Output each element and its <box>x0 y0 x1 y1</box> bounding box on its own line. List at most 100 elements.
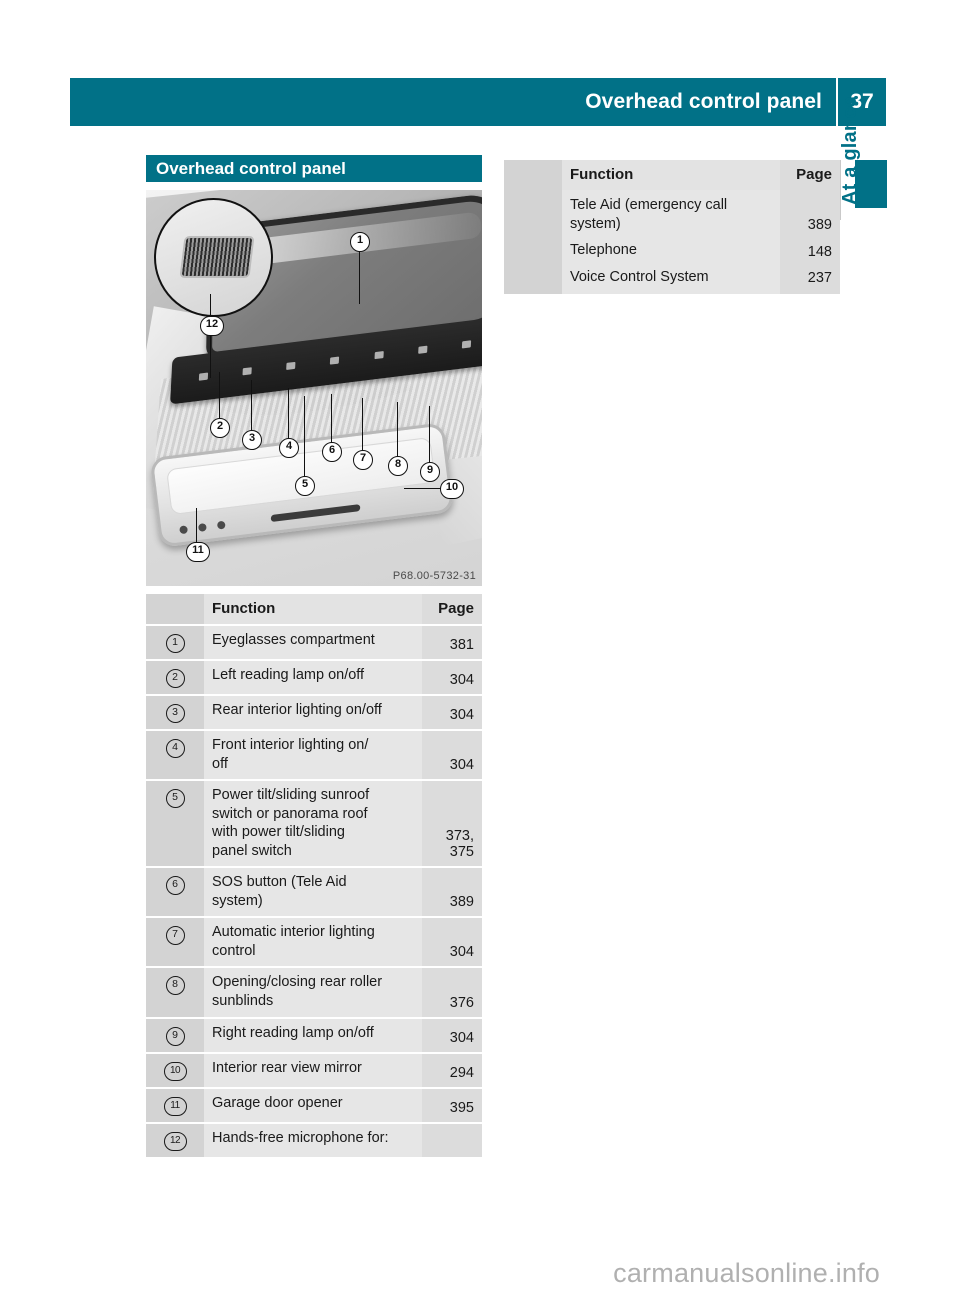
row-page-cell: 237 <box>780 263 840 295</box>
figure-marker-3: 3 <box>242 430 262 450</box>
circled-number-icon: 5 <box>165 789 185 809</box>
table-header-row: Function Page <box>504 160 840 190</box>
row-marker-cell: 12 <box>146 1121 204 1157</box>
row-function-cell: Hands-free microphone for: <box>204 1121 422 1157</box>
circled-number-icon: 4 <box>165 739 185 758</box>
column-header-marker <box>146 594 204 625</box>
leader-line-1 <box>359 252 361 304</box>
console-icon-1 <box>198 372 208 381</box>
hands-free-microphone-grille-icon <box>179 236 255 278</box>
table-row: Tele Aid (emergency call system) 389 <box>504 190 840 238</box>
table-body: Tele Aid (emergency call system) 389 Telep… <box>504 190 840 295</box>
row-marker-cell: 9 <box>146 1016 204 1053</box>
leader-line-7 <box>362 398 364 452</box>
figure-marker-1: 1 <box>350 232 370 252</box>
leader-line-5 <box>304 396 306 478</box>
row-function-cell: SOS button (Tele Aid system) <box>204 866 422 918</box>
overhead-control-panel-illustration: 12 1 2 3 4 5 6 7 8 9 10 11 P68.00-5732-3… <box>146 190 482 586</box>
figure-marker-10: 10 <box>440 479 464 499</box>
row-marker-cell: 6 <box>146 866 204 918</box>
mirror-microphone-slot <box>270 504 361 523</box>
circled-number-icon: 12 <box>163 1131 187 1151</box>
circled-number-icon: 6 <box>165 876 185 896</box>
figure-marker-4: 4 <box>279 438 299 458</box>
table-body: 1 Eyeglasses compartment 381 2 Left reading … <box>146 624 482 1157</box>
row-marker-cell: 2 <box>146 659 204 695</box>
table-row: 12 Hands-free microphone for: <box>146 1121 482 1157</box>
table-row: 9 Right reading lamp on/off 304 <box>146 1016 482 1053</box>
row-function-cell: Automatic interior lighting control <box>204 916 422 968</box>
row-function-cell: Tele Aid (emergency call system) <box>562 190 780 238</box>
column-header-marker <box>504 160 562 190</box>
figure-marker-2: 2 <box>210 418 230 438</box>
row-function-cell: Rear interior lighting on/off <box>204 694 422 730</box>
mirror-buttons <box>179 520 226 535</box>
table-row: 8 Opening/closing rear roller sunblinds 376 <box>146 966 482 1018</box>
figure-caption: P68.00-5732-31 <box>392 570 476 582</box>
row-page-cell: 381 <box>422 624 482 660</box>
circled-number-icon: 9 <box>165 1026 185 1046</box>
figure-marker-11: 11 <box>186 542 210 562</box>
row-page-cell: 148 <box>780 237 840 264</box>
mirror-button-1 <box>179 525 189 535</box>
row-function-cell: Front interior lighting on/off <box>204 728 422 781</box>
row-function-cell: Power tilt/sliding sunroof switch or pano… <box>204 779 422 868</box>
row-page-cell: 376 <box>422 966 482 1018</box>
row-marker-cell: 11 <box>146 1086 204 1123</box>
column-header-page: Page <box>780 160 840 190</box>
table-row: 2 Left reading lamp on/off 304 <box>146 659 482 695</box>
table-row: 7 Automatic interior lighting control 304 <box>146 916 482 968</box>
leader-line-10 <box>404 488 444 490</box>
table-header-row: Function Page <box>146 594 482 625</box>
row-page-cell: 294 <box>422 1051 482 1088</box>
right-column: Function Page Tele Aid (emergency call sy… <box>504 160 840 295</box>
table-row: 10 Interior rear view mirror 294 <box>146 1051 482 1088</box>
row-function-cell: Voice Control System <box>562 263 780 295</box>
microphone-callout-circle <box>154 198 273 317</box>
row-marker-cell <box>504 190 562 238</box>
table-row: 11 Garage door opener 395 <box>146 1086 482 1123</box>
page-title: Overhead control panel <box>585 90 822 113</box>
row-function-cell: Right reading lamp on/off <box>204 1016 422 1053</box>
table-row: Voice Control System 237 <box>504 263 840 295</box>
table-row: 1 Eyeglasses compartment 381 <box>146 624 482 660</box>
console-icon-4 <box>330 355 340 365</box>
column-header-function: Function <box>562 160 780 190</box>
row-function-cell: Eyeglasses compartment <box>204 624 422 660</box>
circled-number-icon: 10 <box>163 1061 187 1081</box>
console-icon-2 <box>242 366 252 375</box>
row-function-cell: Telephone <box>562 237 780 264</box>
mirror-button-3 <box>216 520 226 530</box>
section-title: Overhead control panel <box>146 155 482 182</box>
table-row: 5 Power tilt/sliding sunroof switch or pan… <box>146 779 482 868</box>
page-header: Overhead control panel 37 <box>70 78 886 126</box>
row-page-cell: 395 <box>422 1086 482 1123</box>
figure-marker-8: 8 <box>388 456 408 476</box>
column-header-page: Page <box>422 594 482 625</box>
row-function-cell: Left reading lamp on/off <box>204 659 422 695</box>
circled-number-icon: 1 <box>165 634 185 653</box>
leader-line-3 <box>251 380 253 432</box>
table-row: 3 Rear interior lighting on/off 304 <box>146 694 482 730</box>
circled-number-icon: 11 <box>163 1096 187 1116</box>
leader-line-2 <box>219 372 221 420</box>
row-function-cell: Garage door opener <box>204 1086 422 1123</box>
circled-number-icon: 7 <box>165 926 185 946</box>
row-page-cell: 304 <box>422 916 482 968</box>
console-icon-6 <box>418 345 428 354</box>
row-page-cell: 304 <box>422 1016 482 1053</box>
row-marker-cell: 4 <box>146 728 204 781</box>
circled-number-icon: 2 <box>165 669 185 688</box>
table-row: 6 SOS button (Tele Aid system) 389 <box>146 866 482 918</box>
row-marker-cell: 1 <box>146 624 204 660</box>
console-icon-7 <box>462 339 472 348</box>
column-header-function: Function <box>204 594 422 625</box>
row-function-cell: Interior rear view mirror <box>204 1051 422 1088</box>
row-page-cell: 373, 375 <box>422 779 482 868</box>
row-page-cell: 389 <box>422 866 482 918</box>
figure-marker-5: 5 <box>295 476 315 496</box>
leader-line-6 <box>331 394 333 444</box>
hands-free-microphone-function-table: Function Page Tele Aid (emergency call sy… <box>504 160 840 295</box>
row-marker-cell: 8 <box>146 966 204 1018</box>
row-page-cell: 304 <box>422 728 482 781</box>
